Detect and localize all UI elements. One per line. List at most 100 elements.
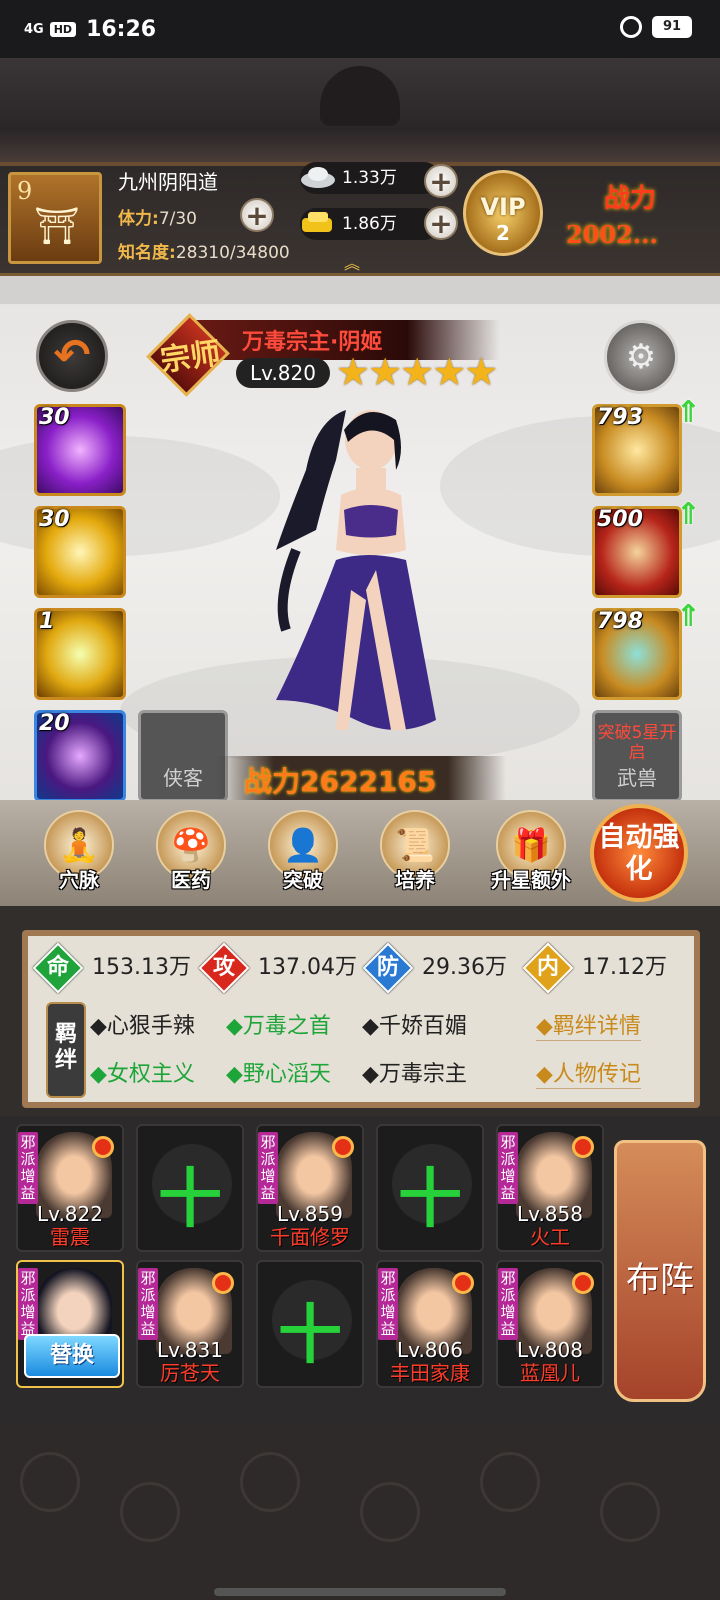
bond-tag: ◆千娇百媚 (362, 1014, 467, 1039)
bond-tag-active: ◆野心滔天 (226, 1062, 331, 1087)
silver-currency: 1.33万 (300, 162, 440, 194)
faction-tag: 邪派增益 (378, 1268, 398, 1340)
skill-slot-2[interactable]: 30 (34, 506, 126, 598)
upgrade-arrow-icon: ⇑ (675, 599, 701, 634)
vip-level: 2 (496, 221, 510, 245)
faction-tag: 邪派增益 (498, 1132, 518, 1204)
power-label: 战力 (604, 184, 657, 214)
skill-level: 1 (39, 609, 55, 634)
nav-label: 穴脉 (59, 868, 99, 892)
power-value: 2002... (566, 220, 658, 249)
faction-tag: 邪派增益 (258, 1132, 278, 1204)
player-level: 9 (17, 177, 33, 205)
roof-ornament-icon (320, 66, 400, 126)
skill-slot-1[interactable]: 30 (34, 404, 126, 496)
breakthrough-button[interactable]: 👤 突破 (258, 810, 348, 893)
wave-pattern-icon (600, 1482, 660, 1542)
fame-value: 28310/34800 (175, 243, 290, 263)
hd-badge: HD (49, 21, 77, 37)
equipment-slot-weapon[interactable]: 793 ⇑ (592, 395, 701, 496)
empty-team-slot[interactable]: 十 (256, 1260, 364, 1388)
formation-button[interactable]: 布阵 (614, 1140, 706, 1402)
pagoda-icon: ⛩ (34, 206, 80, 247)
hero-settings-button[interactable]: ⚙ (604, 320, 678, 394)
empty-team-slot[interactable]: 十 (136, 1124, 244, 1252)
beast-slot[interactable]: 突破5星开启 武兽 (592, 710, 682, 802)
beast-requirement: 突破5星开启 (597, 723, 677, 763)
faction-tag: 邪派增益 (498, 1268, 518, 1340)
home-indicator[interactable] (214, 1588, 506, 1596)
clock: 16:26 (86, 16, 157, 42)
faction-tag: 邪派增益 (18, 1268, 38, 1340)
team-slot[interactable]: 邪派增益 Lv.822 雷震 (16, 1124, 124, 1252)
locked-companion-slot[interactable]: 侠客 (138, 710, 228, 802)
bonds-badge: 羁绊 (46, 1002, 86, 1098)
skill-slot-3[interactable]: 1 (34, 608, 126, 700)
equipment-slot-armor[interactable]: 500 ⇑ (592, 497, 701, 598)
stamina-row: 体力:7/30 (118, 204, 197, 229)
notification-dot (332, 1136, 354, 1158)
team-slot[interactable]: 邪派增益 Lv.808 蓝凰儿 (496, 1260, 604, 1388)
team-slot[interactable]: 邪派增益 Lv.858 火工 (496, 1124, 604, 1252)
player-avatar[interactable]: 9 ⛩ (8, 172, 102, 264)
equipment-slot-gems[interactable]: 798 ⇑ (592, 599, 701, 700)
member-name: 蓝凰儿 (520, 1361, 580, 1385)
stat-label: 攻 (212, 955, 235, 980)
signal-indicator: 4G (24, 21, 44, 37)
wave-pattern-icon (360, 1482, 420, 1542)
companion-label: 侠客 (163, 766, 203, 790)
star-extra-button[interactable]: 🎁 升星额外 (476, 810, 586, 893)
skill-level: 30 (39, 507, 70, 532)
hero-level: Lv.820 (236, 358, 330, 388)
biography-link[interactable]: ◆人物传记 (536, 1056, 641, 1089)
bond-detail-link[interactable]: ◆羁绊详情 (536, 1008, 641, 1041)
skill-slot-4[interactable]: 20 (34, 710, 126, 802)
medicine-button[interactable]: 🍄 医药 (146, 810, 236, 893)
team-slot[interactable]: 邪派增益 Lv.806 丰田家康 (376, 1260, 484, 1388)
notification-dot (92, 1136, 114, 1158)
status-bar: 4G HD 16:26 91 (0, 0, 720, 58)
notification-dot (572, 1272, 594, 1294)
add-silver-button[interactable]: + (424, 164, 458, 198)
gold-amount: 1.86万 (342, 214, 397, 234)
battery-icon: 91 (652, 16, 692, 38)
bond-tag: ◆万毒宗主 (362, 1062, 467, 1087)
vip-badge[interactable]: VIP 2 (463, 170, 543, 256)
team-lineup: 邪派增益 Lv.822 雷震 十 邪派增益 Lv.859 千面修罗 十 邪派增益… (0, 1116, 720, 1422)
equipment-level: 798 (597, 609, 643, 634)
add-gold-button[interactable]: + (424, 206, 458, 240)
wave-pattern-icon (480, 1452, 540, 1512)
add-member-icon: 十 (158, 1163, 222, 1237)
nav-label: 突破 (283, 868, 323, 892)
member-name: 火工 (530, 1225, 570, 1249)
stat-value: 17.12万 (582, 955, 667, 980)
add-member-icon: 十 (398, 1163, 462, 1237)
wave-pattern-icon (240, 1452, 300, 1512)
auto-enhance-label: 自动强化 (598, 822, 680, 885)
gold-currency: 1.86万 (300, 208, 440, 240)
member-name: 千面修罗 (270, 1225, 350, 1249)
bottom-decoration (0, 1422, 720, 1600)
bond-tag-active: ◆万毒之首 (226, 1014, 331, 1039)
auto-enhance-button[interactable]: 自动强化 (590, 804, 688, 902)
silver-ingot-icon (298, 162, 338, 190)
team-slot[interactable]: 邪派增益 Lv.831 厉苍天 (136, 1260, 244, 1388)
skill-level: 30 (39, 405, 70, 430)
wave-pattern-icon (20, 1452, 80, 1512)
swap-button[interactable]: 替换 (24, 1334, 120, 1378)
add-stamina-button[interactable]: + (240, 198, 274, 232)
member-name: 丰田家康 (390, 1361, 470, 1385)
expand-chevron-icon[interactable]: ︽ (344, 250, 360, 274)
cultivate-button[interactable]: 📜 培养 (370, 810, 460, 893)
stat-value: 153.13万 (92, 955, 191, 980)
rank-badge-text: 宗师 (158, 335, 223, 379)
empty-team-slot[interactable]: 十 (376, 1124, 484, 1252)
team-slot[interactable]: 邪派增益 Lv.859 千面修罗 (256, 1124, 364, 1252)
meridian-button[interactable]: 🧘 穴脉 (34, 810, 124, 893)
silver-amount: 1.33万 (342, 168, 397, 188)
back-button[interactable]: ↶ (36, 320, 108, 392)
team-slot-current[interactable]: 邪派增益 替换 (16, 1260, 124, 1388)
stamina-label: 体力: (118, 209, 159, 229)
fame-row: 知名度:28310/34800 (118, 238, 290, 263)
stat-value: 137.04万 (258, 955, 357, 980)
